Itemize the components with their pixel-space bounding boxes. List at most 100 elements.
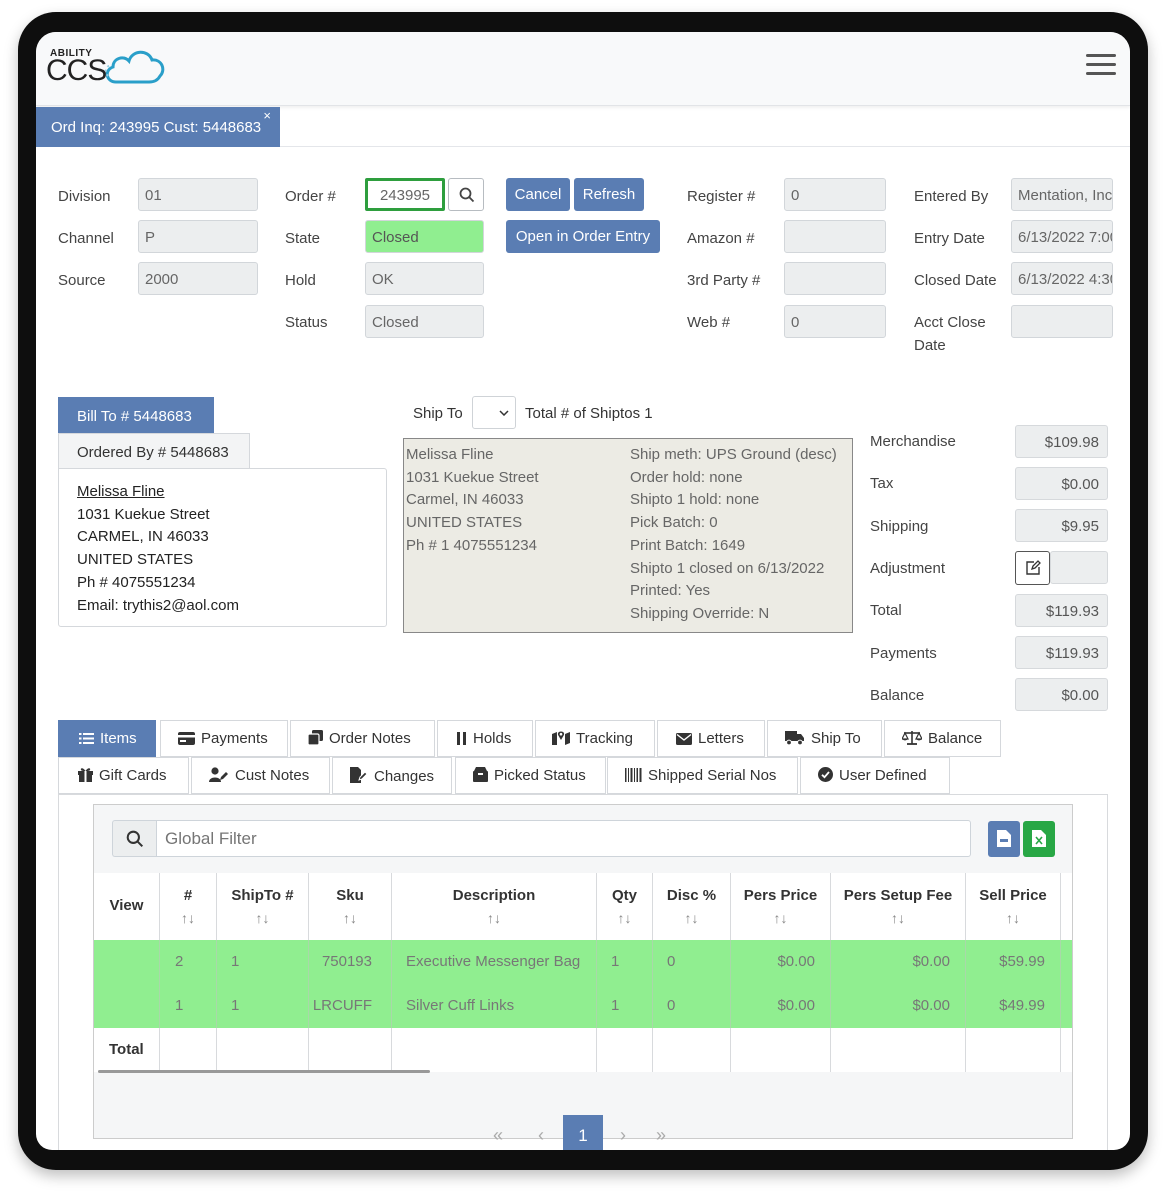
merchandise-label: Merchandise	[870, 433, 956, 450]
col-header-view[interactable]: View	[94, 873, 160, 940]
balance-label: Balance	[870, 687, 925, 704]
sort-icon[interactable]: ↑↓	[731, 910, 830, 926]
refresh-button[interactable]: Refresh	[574, 178, 644, 211]
file-excel-icon	[1032, 830, 1046, 847]
channel-label: Channel	[58, 230, 114, 247]
tab-label: Letters	[698, 730, 744, 747]
sort-icon[interactable]: ↑↓	[966, 910, 1060, 926]
export-csv-button[interactable]	[988, 821, 1020, 857]
col-header-number[interactable]: # ↑↓	[160, 873, 217, 940]
export-excel-button[interactable]	[1023, 821, 1055, 857]
first-page-button[interactable]: «	[493, 1125, 503, 1146]
tab-items[interactable]: Items	[58, 720, 156, 757]
adjustment-field	[1050, 551, 1108, 584]
tab-holds[interactable]: Holds	[437, 720, 533, 757]
third-party-field	[784, 262, 886, 295]
order-number-input[interactable]: 243995	[365, 178, 445, 211]
web-field: 0	[784, 305, 886, 338]
cell-view[interactable]	[94, 984, 160, 1028]
envelope-icon	[676, 733, 692, 745]
next-page-button[interactable]: ›	[620, 1125, 626, 1146]
sort-icon[interactable]: ↑↓	[392, 910, 596, 926]
table-row[interactable]: 1 1 LRCUFF Silver Cuff Links 1 0 $0.00 $…	[94, 984, 1072, 1028]
sort-icon[interactable]: ↑↓	[831, 910, 965, 926]
amazon-label: Amazon #	[687, 230, 755, 247]
col-header-qty[interactable]: Qty ↑↓	[597, 873, 653, 940]
print-batch: Print Batch: 1649	[630, 536, 746, 554]
last-page-button[interactable]: »	[656, 1125, 666, 1146]
cloud-logo-icon	[104, 50, 165, 84]
bill-to-panel: Melissa Fline 1031 Kuekue Street CARMEL,…	[58, 468, 387, 627]
sort-icon[interactable]: ↑↓	[597, 910, 652, 926]
ship-street: 1031 Kuekue Street	[406, 468, 539, 486]
adjustment-label: Adjustment	[870, 560, 946, 577]
col-header-label: Pers Price	[743, 887, 818, 904]
tab-cust-notes[interactable]: Cust Notes	[191, 757, 330, 794]
tab-label: Items	[100, 730, 137, 747]
col-header-sku[interactable]: Sku ↑↓	[309, 873, 392, 940]
shipping-field: $9.95	[1015, 509, 1108, 542]
cell-shipto: 1	[217, 940, 309, 984]
col-header-pers-price[interactable]: Pers Price ↑↓	[731, 873, 831, 940]
ship-to-select[interactable]	[472, 396, 516, 429]
close-icon[interactable]: ×	[263, 108, 271, 123]
ordered-by-tab[interactable]: Ordered By # 5448683	[58, 433, 250, 469]
ship-name: Melissa Fline	[406, 446, 494, 463]
footer-total-label: Total	[94, 1028, 160, 1072]
tab-tracking[interactable]: Tracking	[535, 720, 655, 757]
tab-order-notes[interactable]: Order Notes	[290, 720, 435, 757]
prev-page-button[interactable]: ‹	[538, 1125, 544, 1146]
bill-to-address: Melissa Fline 1031 Kuekue Street CARMEL,…	[77, 481, 239, 617]
cell-qty: 1	[597, 940, 653, 984]
ship-method: Ship meth: UPS Ground (desc)	[630, 446, 837, 463]
col-header-disc[interactable]: Disc % ↑↓	[653, 873, 731, 940]
global-filter-input[interactable]	[156, 820, 971, 857]
tab-gift-cards[interactable]: Gift Cards	[58, 757, 189, 794]
tab-changes[interactable]: Changes	[332, 757, 452, 794]
state-field: Closed	[365, 220, 484, 253]
page-1-button[interactable]: 1	[563, 1115, 603, 1150]
horizontal-scrollbar[interactable]	[98, 1070, 430, 1073]
col-header-label: Description	[452, 887, 536, 904]
ship-to-label: Ship To	[413, 405, 463, 422]
tab-letters[interactable]: Letters	[657, 720, 765, 757]
cell-disc: 0	[653, 984, 731, 1028]
col-header-sell-price[interactable]: Sell Price ↑↓	[966, 873, 1061, 940]
customer-name-link[interactable]: Melissa Fline	[77, 481, 239, 504]
register-label: Register #	[687, 188, 756, 205]
shipto-hold: Shipto 1 hold: none	[630, 491, 760, 509]
tab-shipped-serial-nos[interactable]: Shipped Serial Nos	[607, 757, 798, 794]
order-inquiry-doc-tab[interactable]: Ord Inq: 243995 Cust: 5448683 ×	[36, 107, 280, 147]
app-screen: ABILITY CCS Ord Inq: 243995 Cust: 544868…	[36, 32, 1130, 1150]
col-header-description[interactable]: Description ↑↓	[392, 873, 597, 940]
printed: Printed: Yes	[630, 582, 711, 600]
ability-ccs-logo[interactable]: ABILITY CCS	[42, 46, 172, 90]
balance-field: $0.00	[1015, 678, 1108, 711]
tab-picked-status[interactable]: Picked Status	[455, 757, 606, 794]
grid-filter-bar	[94, 805, 1072, 873]
ship-city: Carmel, IN 46033	[406, 491, 524, 509]
tab-label: Changes	[374, 768, 435, 785]
closed-date-field: 6/13/2022 4:30	[1011, 262, 1113, 295]
top-nav-bar: ABILITY CCS	[36, 32, 1130, 106]
order-search-button[interactable]	[448, 178, 484, 211]
tab-label: Payments	[201, 730, 268, 747]
hamburger-menu-icon[interactable]	[1086, 54, 1116, 78]
sort-icon[interactable]: ↑↓	[160, 910, 216, 926]
col-header-pers-setup-fee[interactable]: Pers Setup Fee ↑↓	[831, 873, 966, 940]
tab-balance[interactable]: Balance	[884, 720, 1001, 757]
col-header-shipto[interactable]: ShipTo # ↑↓	[217, 873, 309, 940]
open-in-order-entry-button[interactable]: Open in Order Entry	[506, 220, 660, 253]
sort-icon[interactable]: ↑↓	[217, 910, 308, 926]
table-row[interactable]: 2 1 750193 Executive Messenger Bag 1 0 $…	[94, 940, 1072, 984]
sort-icon[interactable]: ↑↓	[653, 910, 730, 926]
cell-view[interactable]	[94, 940, 160, 984]
cancel-button[interactable]: Cancel	[506, 178, 570, 211]
tab-user-defined[interactable]: User Defined	[800, 757, 950, 794]
ship-phone: Ph # 1 4075551234	[406, 536, 537, 554]
sort-icon[interactable]: ↑↓	[309, 910, 391, 926]
tab-payments[interactable]: Payments	[160, 720, 288, 757]
tab-ship-to[interactable]: Ship To	[767, 720, 882, 757]
edit-adjustment-button[interactable]	[1015, 551, 1050, 585]
bill-to-tab[interactable]: Bill To # 5448683	[58, 397, 214, 433]
